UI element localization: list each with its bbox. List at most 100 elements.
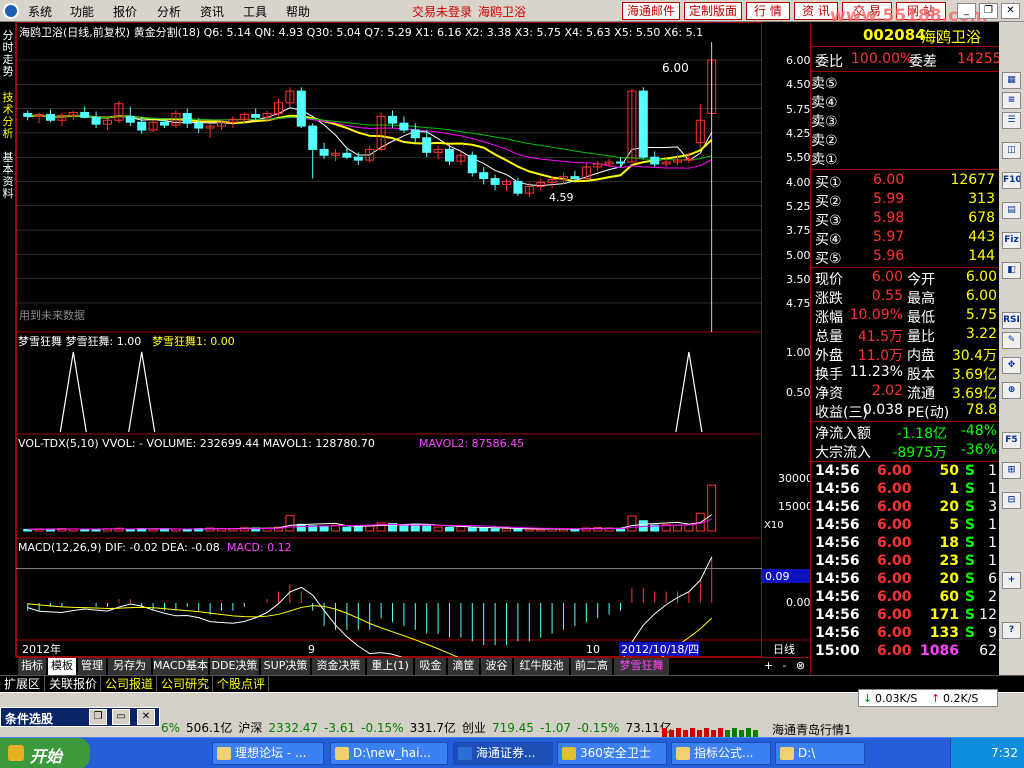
taskbar-item[interactable]: 理想论坛 - ... xyxy=(212,742,324,765)
menu-system[interactable]: 系统 xyxy=(28,3,52,20)
tab-intraday[interactable]: 分时走势 xyxy=(1,30,15,78)
candle-body xyxy=(125,115,135,123)
taskbar-item[interactable]: D:\new_hai... xyxy=(330,742,448,765)
close-icon[interactable]: ✕ xyxy=(1001,3,1020,19)
tick-row: 14:56 6.00 23 S 1 xyxy=(815,553,997,569)
condition-select-panel[interactable]: 条件选股 ❐ ▭ ✕ xyxy=(0,707,160,727)
taskbar-item[interactable]: 指标公式... xyxy=(671,742,771,765)
tab-macd-basic[interactable]: MACD基本 xyxy=(153,658,209,675)
tab-reup[interactable]: 重上(1) xyxy=(367,658,414,675)
sell-5[interactable]: 卖⑤ xyxy=(811,73,999,92)
buy-level[interactable]: 买⑤ 5.96 144 xyxy=(811,247,999,267)
minimize-icon[interactable]: _ xyxy=(957,3,976,19)
volume-bar xyxy=(513,528,523,532)
sell-4[interactable]: 卖④ xyxy=(811,92,999,111)
tool-button[interactable]: ◧ xyxy=(1002,262,1021,279)
flow-row: 大宗流入 -8975万 -36% xyxy=(815,442,997,461)
buy-level[interactable]: 买③ 5.98 678 xyxy=(811,209,999,229)
f5-button[interactable]: F5 xyxy=(1002,432,1021,449)
x-axis-month-oct: 10 xyxy=(586,643,600,656)
ticker-value: 2332.47 xyxy=(268,721,319,735)
volume-bar xyxy=(182,528,192,532)
menu-help[interactable]: 帮助 xyxy=(286,3,310,20)
tool-button[interactable]: ✎ xyxy=(1002,332,1021,349)
volume-bar xyxy=(479,527,489,532)
tab-manage[interactable]: 管理 xyxy=(78,658,107,675)
subtab-research[interactable]: 公司研究 xyxy=(158,676,213,693)
zoom-in-icon[interactable]: + xyxy=(1002,572,1021,589)
menu-function[interactable]: 功能 xyxy=(70,3,94,20)
taskbar-item-active[interactable]: 海通证券... xyxy=(453,742,553,765)
tab-sup[interactable]: SUP决策 xyxy=(261,658,311,675)
panel-close-icon[interactable]: ✕ xyxy=(137,709,155,725)
tool-button[interactable]: ⊞ xyxy=(1002,462,1021,479)
subtab-review[interactable]: 个股点评 xyxy=(214,676,269,693)
tab-indicator[interactable]: 指标 xyxy=(18,658,47,675)
tab-full[interactable]: 滴筐 xyxy=(448,658,480,675)
buy-level[interactable]: 买① 6.00 12677 xyxy=(811,171,999,191)
current-stock-name: 海鸥卫浴 xyxy=(478,5,527,19)
tool-button[interactable]: ▤ xyxy=(1002,202,1021,219)
custom-layout-button[interactable]: 定制版面 xyxy=(684,2,742,20)
tool-button[interactable]: ≡ xyxy=(1002,92,1021,109)
taskbar-item[interactable]: D:\ xyxy=(775,742,865,765)
fiz-button[interactable]: Fiz xyxy=(1002,232,1021,249)
tab-save-as[interactable]: 另存为 xyxy=(108,658,152,675)
tool-button[interactable]: ▦ xyxy=(1002,72,1021,89)
menu-tools[interactable]: 工具 xyxy=(243,3,267,20)
menu-quote[interactable]: 报价 xyxy=(113,3,137,20)
tool-button[interactable]: ⊕ xyxy=(1002,382,1021,399)
tool-button[interactable]: ◫ xyxy=(1002,142,1021,159)
subtab-extension[interactable]: 扩展区 xyxy=(0,676,45,693)
panel-restore-icon[interactable]: ❐ xyxy=(89,709,107,725)
download-speed-icon: ↓ xyxy=(863,692,873,705)
subtab-related[interactable]: 关联报价 xyxy=(46,676,101,693)
candle-body xyxy=(342,152,352,158)
tool-button[interactable]: ☰ xyxy=(1002,112,1021,129)
period-label[interactable]: 日线 xyxy=(773,642,795,656)
tab-absorb[interactable]: 吸金 xyxy=(415,658,447,675)
panel-pin-icon[interactable]: ▭ xyxy=(112,709,130,725)
buy-level[interactable]: 买④ 5.97 443 xyxy=(811,228,999,248)
tab-technical[interactable]: 技术分析 xyxy=(1,92,15,140)
tool-button[interactable]: ⊟ xyxy=(1002,492,1021,509)
start-button[interactable]: 开始 xyxy=(0,738,90,768)
move-icon[interactable]: ✥ xyxy=(1002,357,1021,374)
candle-body xyxy=(46,113,55,121)
menu-info[interactable]: 资讯 xyxy=(200,3,224,20)
right-toolbar: ▦ ≡ ☰ ◫ F10 ▤ Fiz ◧ RSI ✎ ✥ ⊕ F5 ⊞ ⊟ + ? xyxy=(999,22,1024,676)
market-button[interactable]: 行 情 xyxy=(746,2,790,20)
tab-bull-pool[interactable]: 红牛股池 xyxy=(514,658,570,675)
sell-2[interactable]: 卖② xyxy=(811,130,999,149)
tab-fund[interactable]: 资金决策 xyxy=(312,658,366,675)
tab-trough[interactable]: 波谷 xyxy=(481,658,513,675)
tab-dde[interactable]: DDE决策 xyxy=(210,658,260,675)
tab-dream-dance[interactable]: 梦雪狂舞 xyxy=(614,658,670,675)
menu-analysis[interactable]: 分析 xyxy=(157,3,181,20)
tab-close[interactable]: ⊗ xyxy=(794,658,808,675)
tab-add[interactable]: + xyxy=(762,658,776,675)
subtab-news[interactable]: 公司报道 xyxy=(102,676,157,693)
tab-prev-high[interactable]: 前二高 xyxy=(571,658,613,675)
tick-row: 14:56 6.00 20 S 3 xyxy=(815,499,997,515)
y-tick: 5.50 xyxy=(786,151,810,164)
buy-level[interactable]: 买② 5.99 313 xyxy=(811,190,999,210)
tab-fundamentals[interactable]: 基本资料 xyxy=(1,152,15,200)
mail-button[interactable]: 海通邮件 xyxy=(622,2,680,20)
taskbar-item[interactable]: 360安全卫士 xyxy=(557,742,667,765)
tab-remove[interactable]: - xyxy=(778,658,792,675)
login-status[interactable]: 交易未登录 xyxy=(412,3,472,20)
restore-icon[interactable]: ❐ xyxy=(979,3,998,19)
future-data-note: 用到未来数据 xyxy=(19,308,85,322)
app-logo-icon[interactable] xyxy=(3,3,19,19)
candle-body xyxy=(684,158,694,161)
rsi-button[interactable]: RSI xyxy=(1002,312,1021,329)
kline-chart[interactable]: 海鸥卫浴(日线,前复权) 黄金分割(18) Q6: 5.14 QN: 4.93 … xyxy=(16,22,810,657)
sell-1[interactable]: 卖① xyxy=(811,149,999,168)
f10-button[interactable]: F10 xyxy=(1002,172,1021,189)
sell-3[interactable]: 卖③ xyxy=(811,111,999,130)
vol-tick: 15000 xyxy=(778,500,810,513)
help-icon[interactable]: ? xyxy=(1002,622,1021,639)
chart-header: 海鸥卫浴(日线,前复权) 黄金分割(18) Q6: 5.14 QN: 4.93 … xyxy=(19,25,703,39)
tab-template[interactable]: 模板 xyxy=(48,658,77,675)
